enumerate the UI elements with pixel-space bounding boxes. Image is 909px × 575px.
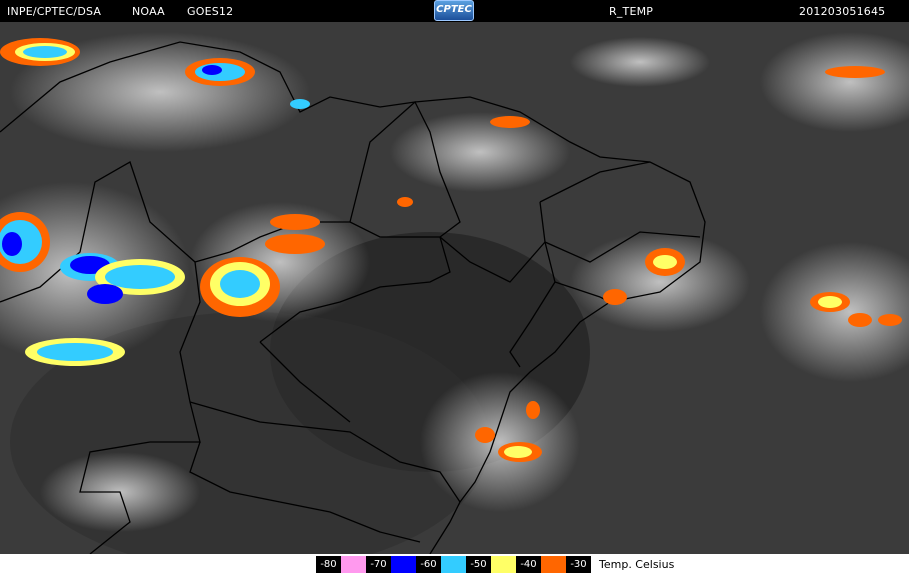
source-label: INPE/CPTEC/DSA	[7, 5, 102, 18]
temperature-legend: -80 -70 -60 -50 -40 -30 Temp. Celsius	[0, 554, 909, 575]
legend-label: -60	[416, 556, 441, 573]
legend-swatch	[391, 556, 416, 573]
legend-swatch	[491, 556, 516, 573]
satellite-map	[0, 22, 909, 554]
product-label: R_TEMP	[609, 5, 654, 18]
legend-swatch	[341, 556, 366, 573]
legend-label: -40	[516, 556, 541, 573]
legend-label: -70	[366, 556, 391, 573]
cptec-logo: CPTEC	[434, 0, 474, 21]
timestamp-label: 201203051645	[799, 5, 886, 18]
legend-swatch	[541, 556, 566, 573]
agency-label: NOAA	[132, 5, 165, 18]
legend-label: -80	[316, 556, 341, 573]
legend-label: -30	[566, 556, 591, 573]
legend-swatch	[441, 556, 466, 573]
header-bar: INPE/CPTEC/DSA NOAA GOES12 CPTEC R_TEMP …	[0, 0, 909, 22]
legend-title: Temp. Celsius	[599, 558, 675, 571]
legend-label: -50	[466, 556, 491, 573]
satellite-label: GOES12	[187, 5, 234, 18]
